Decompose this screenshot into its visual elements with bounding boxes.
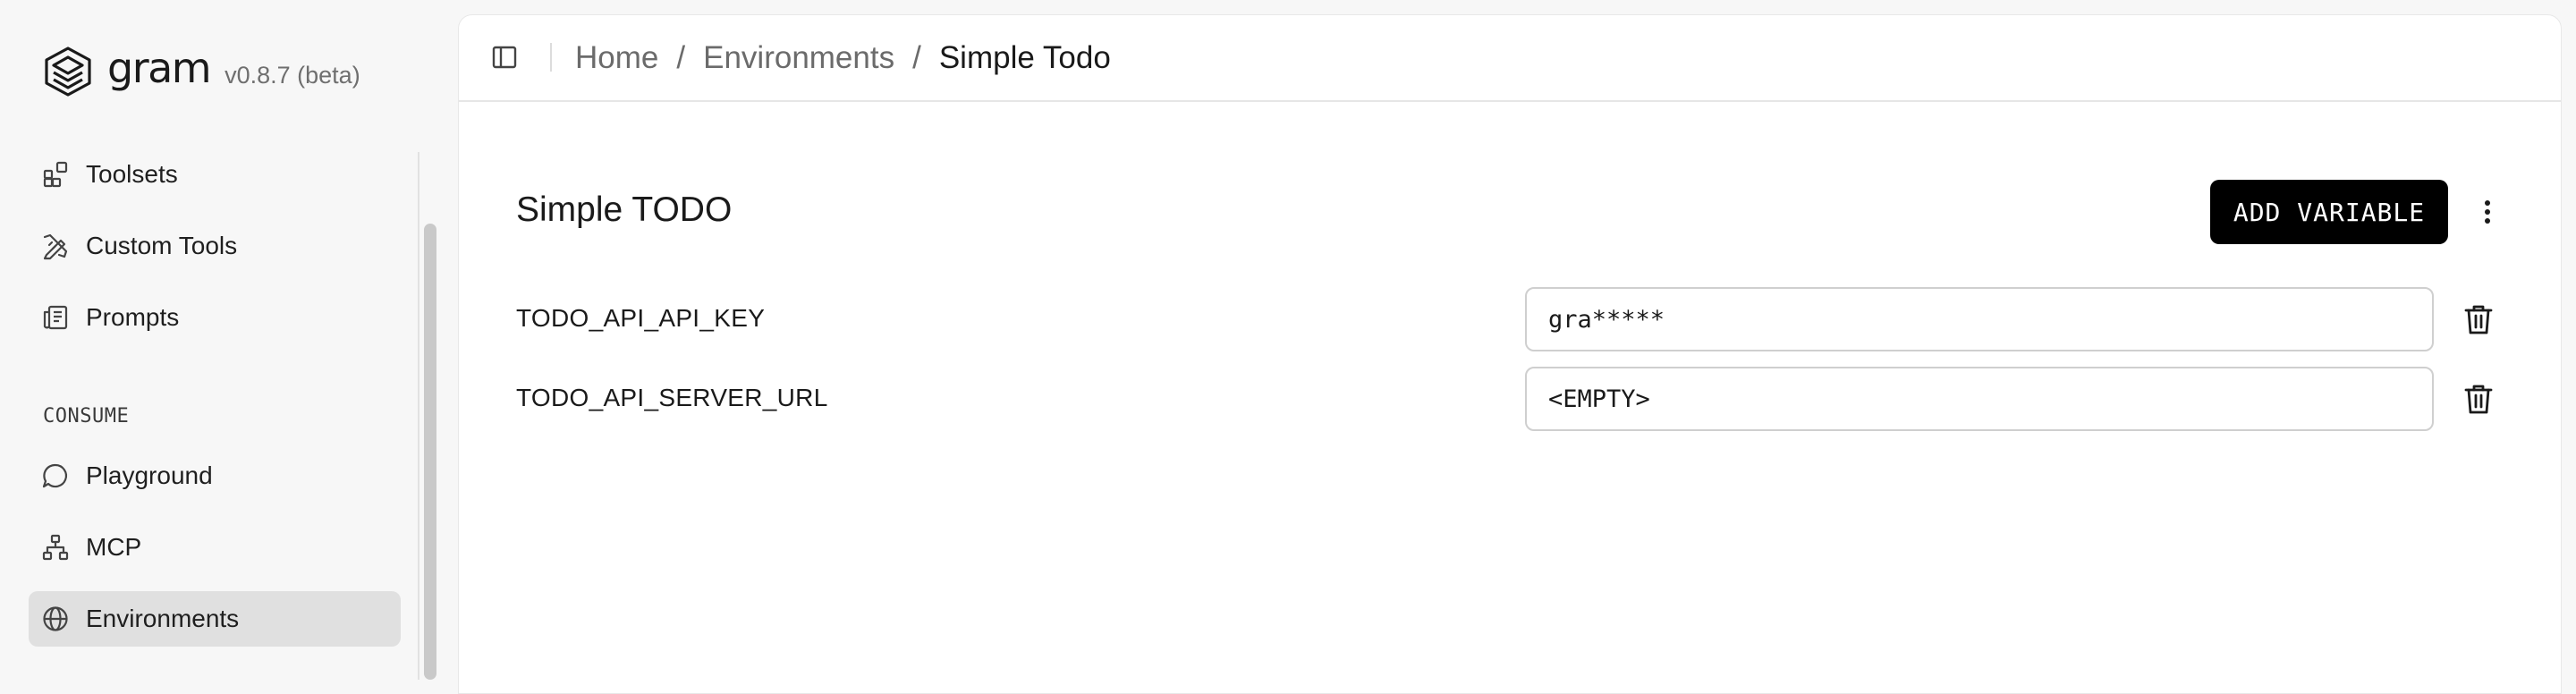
custom-tools-icon <box>43 233 68 260</box>
brand-name: gram <box>107 44 212 92</box>
sidebar-scroll-track <box>418 152 419 680</box>
variable-value-input[interactable] <box>1525 367 2434 431</box>
breadcrumb: Home / Environments / Simple Todo <box>575 37 1111 80</box>
sidebar-item-label: Toolsets <box>86 160 178 188</box>
brand[interactable]: gram v0.8.7 (beta) <box>41 39 360 104</box>
sidebar-item-playground[interactable]: Playground <box>29 448 401 504</box>
sidebar-item-label: Environments <box>86 605 240 632</box>
add-variable-button[interactable]: ADD VARIABLE <box>2210 180 2448 244</box>
variable-value-input[interactable] <box>1525 287 2434 351</box>
top-bar: Home / Environments / Simple Todo <box>459 15 2561 102</box>
trash-icon[interactable] <box>2461 381 2496 417</box>
variable-name: TODO_API_API_KEY <box>516 304 766 332</box>
globe-icon <box>43 606 68 631</box>
sidebar-item-label: Prompts <box>86 303 180 331</box>
sidebar-scrollbar[interactable] <box>424 224 436 680</box>
breadcrumb-environments[interactable]: Environments <box>703 40 894 76</box>
toolsets-icon <box>43 161 68 188</box>
sidebar: gram v0.8.7 (beta) Toolsets Custom Tools… <box>0 0 447 680</box>
page-title: Simple TODO <box>516 190 733 229</box>
sidebar-item-label: Custom Tools <box>86 232 238 259</box>
trash-icon[interactable] <box>2461 301 2496 337</box>
main-panel: Home / Environments / Simple Todo Simple… <box>458 14 2562 694</box>
sidebar-item-toolsets[interactable]: Toolsets <box>29 147 401 202</box>
chat-bubble-icon <box>42 463 68 488</box>
variable-name: TODO_API_SERVER_URL <box>516 384 828 411</box>
prompts-icon <box>43 305 68 330</box>
network-icon <box>42 534 69 561</box>
breadcrumb-separator: / <box>912 40 921 75</box>
breadcrumb-separator: / <box>676 40 686 75</box>
more-options-icon[interactable] <box>2471 194 2504 230</box>
sidebar-item-custom-tools[interactable]: Custom Tools <box>29 218 401 274</box>
breadcrumb-current: Simple Todo <box>938 40 1111 75</box>
sidebar-item-label: MCP <box>86 533 142 561</box>
version-label: v0.8.7 (beta) <box>225 61 360 89</box>
sidebar-item-mcp[interactable]: MCP <box>29 520 401 575</box>
sidebar-item-label: Playground <box>86 461 213 489</box>
topbar-divider <box>550 43 552 72</box>
sidebar-item-prompts[interactable]: Prompts <box>29 290 401 345</box>
gram-logo-icon <box>45 47 91 97</box>
breadcrumb-home[interactable]: Home <box>575 40 658 76</box>
sidebar-item-environments[interactable]: Environments <box>29 591 401 647</box>
section-label-consume: CONSUME <box>43 405 130 427</box>
sidebar-toggle-icon[interactable] <box>489 42 520 72</box>
